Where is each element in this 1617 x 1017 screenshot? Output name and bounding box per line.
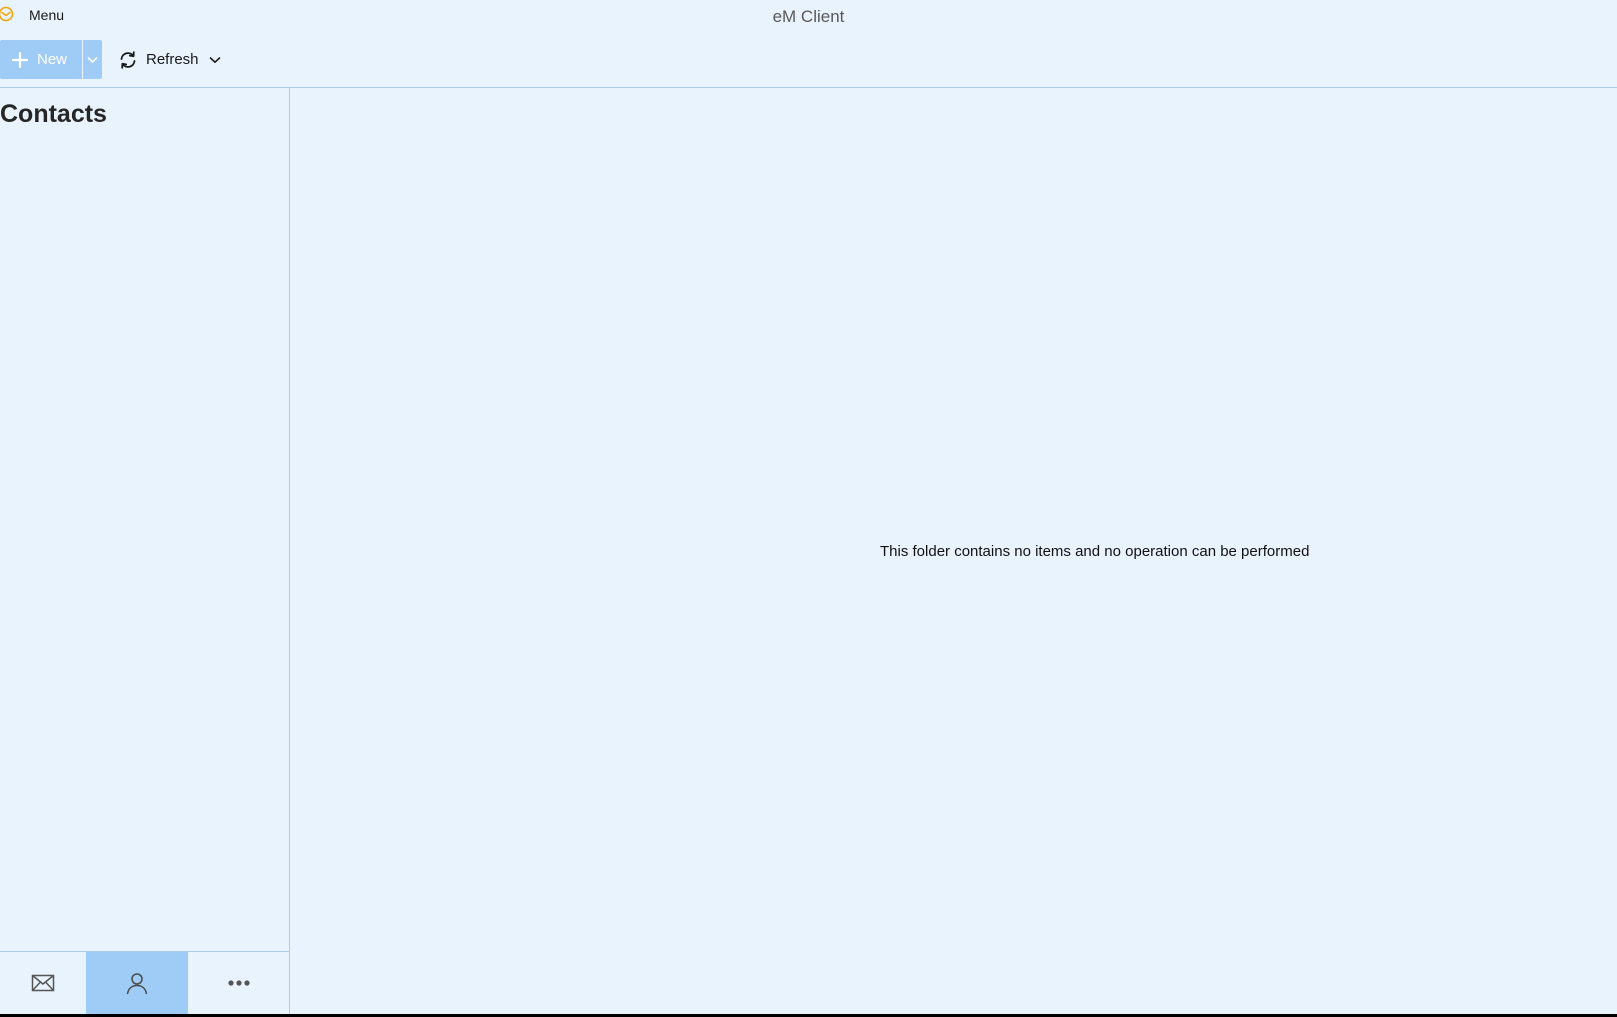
new-dropdown-button[interactable]	[83, 40, 102, 79]
refresh-icon	[120, 50, 136, 69]
new-button-label: New	[37, 51, 68, 68]
nav-mail-button[interactable]	[0, 952, 86, 1014]
sidebar: Contacts	[0, 88, 290, 1014]
new-split-button: New	[0, 40, 102, 79]
chevron-down-icon	[87, 56, 98, 63]
sidebar-title: Contacts	[0, 100, 107, 128]
app-window: Menu eM Client New Refresh Contacts This…	[0, 0, 1617, 1014]
person-icon	[126, 973, 148, 995]
module-nav-bar	[0, 951, 289, 1014]
new-button[interactable]: New	[0, 40, 82, 79]
title-bar: Menu eM Client	[0, 0, 1617, 32]
mail-icon	[31, 974, 55, 992]
refresh-button-label: Refresh	[146, 51, 199, 68]
toolbar: New Refresh	[0, 40, 1617, 80]
plus-icon	[11, 51, 29, 68]
nav-contacts-button[interactable]	[86, 952, 188, 1014]
refresh-button[interactable]: Refresh	[118, 40, 221, 79]
nav-more-button[interactable]	[188, 952, 289, 1014]
window-title: eM Client	[772, 7, 845, 26]
chevron-down-icon[interactable]	[209, 56, 221, 64]
main-content: This folder contains no items and no ope…	[290, 88, 1617, 1014]
more-icon	[227, 980, 250, 986]
empty-folder-message: This folder contains no items and no ope…	[880, 543, 1310, 560]
